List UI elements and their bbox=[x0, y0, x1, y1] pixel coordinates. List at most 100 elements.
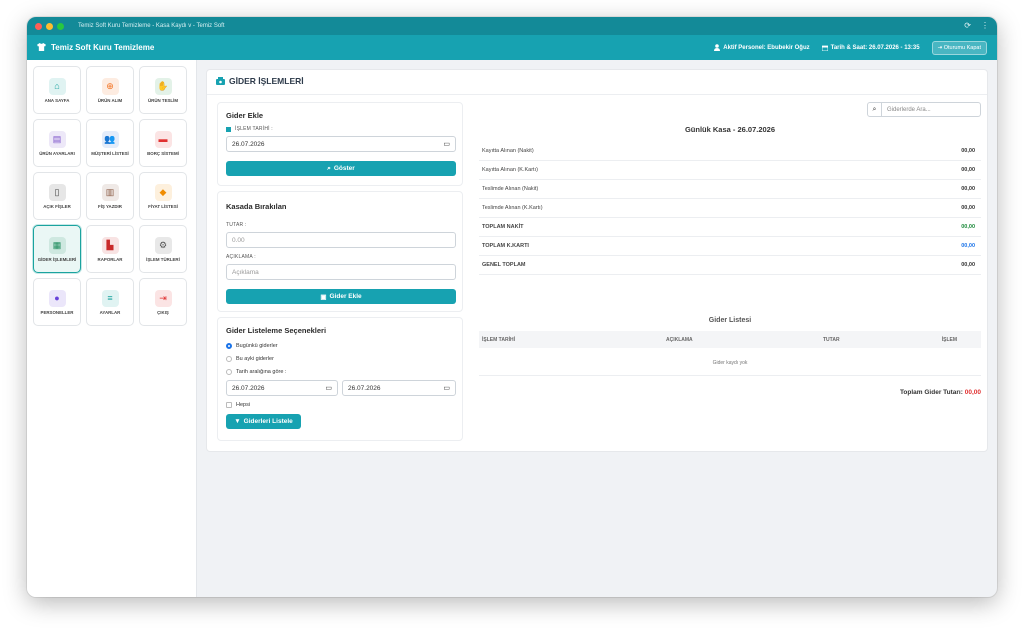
calendar-icon bbox=[821, 45, 828, 51]
more-icon[interactable]: ⋮ bbox=[981, 21, 989, 30]
sidebar-item-label: ÜRÜN ALIM bbox=[97, 97, 123, 103]
radio-month-indicator[interactable] bbox=[226, 356, 232, 362]
calendar-picker-icon[interactable]: ▭ bbox=[325, 384, 332, 392]
page-title: GİDER İŞLEMLERİ bbox=[216, 76, 304, 86]
amount-input[interactable]: 0.00 bbox=[226, 232, 456, 248]
sidebar-item[interactable]: ⇥ ÇIKIŞ bbox=[139, 278, 187, 326]
window-title: Temiz Soft Kuru Temizleme - Kasa Kaydı v… bbox=[78, 23, 225, 29]
sidebar-item[interactable]: ▤ ÜRÜN AYARLARI bbox=[33, 119, 81, 167]
sidebar-item[interactable]: ⊕ ÜRÜN ALIM bbox=[86, 66, 134, 114]
date-label: İŞLEM TARİHİ : bbox=[235, 126, 273, 132]
daily-cash-row: Kayıtta Alınan (K.Kartı) 00,00 bbox=[479, 161, 981, 180]
radio-today[interactable]: Bugünkü giderler bbox=[226, 343, 278, 349]
radio-range[interactable]: Tarih aralığına göre : bbox=[226, 369, 286, 375]
datetime-text: Tarih & Saat: 26.07.2026 - 13:35 bbox=[830, 44, 920, 51]
daily-cash-row-label: TOPLAM K.KARTI bbox=[482, 243, 529, 249]
daily-cash-row-label: Teslimde Alınan (K.Kartı) bbox=[482, 205, 543, 211]
filter-icon: ▼ bbox=[234, 418, 241, 425]
app-header: Temiz Soft Kuru Temizleme Aktif Personel… bbox=[27, 35, 997, 60]
expense-table-header: İŞLEM TARİHİ AÇIKLAMA TUTAR İŞLEM bbox=[479, 331, 981, 348]
save-icon: ▣ bbox=[320, 293, 327, 301]
column-date: İŞLEM TARİHİ bbox=[482, 336, 515, 343]
daily-cash-row-value: 00,00 bbox=[961, 205, 975, 211]
radio-month[interactable]: Bu ayki giderler bbox=[226, 356, 274, 362]
radio-today-label: Bugünkü giderler bbox=[236, 343, 278, 349]
sidebar-item[interactable]: ▯ AÇIK FİŞLER bbox=[33, 172, 81, 220]
sidebar-item[interactable]: ▙ RAPORLAR bbox=[86, 225, 134, 273]
sidebar-item-label: FİYAT LİSTESİ bbox=[148, 203, 178, 209]
plus-circle-icon: ⊕ bbox=[101, 77, 119, 95]
all-checkbox-label: Hepsi bbox=[236, 402, 251, 408]
main-panel: GİDER İŞLEMLERİ Gider Ekle İŞLEM TARİHİ … bbox=[206, 69, 988, 452]
expense-search[interactable]: ⌕ Giderlerde Ara... bbox=[867, 102, 981, 117]
all-checkbox[interactable]: Hepsi bbox=[226, 402, 250, 408]
maximize-window-button[interactable] bbox=[57, 22, 64, 30]
sidebar-item[interactable]: ● PERSONELLER bbox=[33, 278, 81, 326]
calendar-picker-icon[interactable]: ▭ bbox=[443, 140, 450, 148]
file-icon: ▯ bbox=[48, 183, 66, 201]
date-to-input[interactable]: 26.07.2026 ▭ bbox=[342, 380, 456, 396]
daily-cash-row-value: 00,00 bbox=[961, 243, 975, 249]
add-expense-title: Gider Ekle bbox=[226, 111, 264, 120]
show-button[interactable]: ⌕ Göster bbox=[226, 161, 456, 176]
active-personnel: Aktif Personel: Ebubekir Oğuz bbox=[714, 44, 810, 51]
radio-range-indicator[interactable] bbox=[226, 369, 232, 375]
date-label-row: İŞLEM TARİHİ : bbox=[226, 126, 273, 132]
all-checkbox-box[interactable] bbox=[226, 402, 232, 408]
sidebar-item-label: MÜŞTERİ LİSTESİ bbox=[91, 150, 129, 156]
date-from-input[interactable]: 26.07.2026 ▭ bbox=[226, 380, 338, 396]
daily-cash-row: GENEL TOPLAM 00,00 bbox=[479, 256, 981, 275]
refresh-icon[interactable]: ⟳ bbox=[964, 21, 971, 30]
sidebar-item[interactable]: ⌂ ANA SAYFA bbox=[33, 66, 81, 114]
sidebar-item[interactable]: ◆ FİYAT LİSTESİ bbox=[139, 172, 187, 220]
sidebar: ⌂ ANA SAYFA ⊕ ÜRÜN ALIM ✋ ÜRÜN TESLİM ▤ ÜRÜN AY… bbox=[27, 60, 197, 597]
date-from-value: 26.07.2026 bbox=[232, 385, 265, 392]
sidebar-item[interactable]: ▥ FİŞ YAZDIR bbox=[86, 172, 134, 220]
daily-cash-row-label: TOPLAM NAKİT bbox=[482, 224, 524, 230]
search-input[interactable]: Giderlerde Ara... bbox=[882, 107, 931, 113]
close-window-button[interactable] bbox=[35, 22, 42, 30]
personnel-text: Aktif Personel: Ebubekir Oğuz bbox=[723, 44, 810, 51]
sidebar-item-label: ÜRÜN AYARLARI bbox=[39, 150, 75, 156]
minimize-window-button[interactable] bbox=[46, 22, 53, 30]
sidebar-item-label: PERSONELLER bbox=[40, 309, 74, 315]
transaction-date-input[interactable]: 26.07.2026 ▭ bbox=[226, 136, 456, 152]
radio-today-indicator[interactable] bbox=[226, 343, 232, 349]
description-input[interactable]: Açıklama bbox=[226, 264, 456, 280]
sidebar-item[interactable]: ≡ AYARLAR bbox=[86, 278, 134, 326]
sidebar-item[interactable]: ▦ GİDER İŞLEMLERİ bbox=[33, 225, 81, 273]
daily-cash-panel: ⌕ Giderlerde Ara... Günlük Kasa - 26.07.… bbox=[479, 102, 981, 442]
add-expense-button[interactable]: ▣ Gider Ekle bbox=[226, 289, 456, 304]
column-amount: TUTAR bbox=[823, 336, 840, 343]
daily-cash-row: Teslimde Alınan (K.Kartı) 00,00 bbox=[479, 199, 981, 218]
exit-icon: ⇥ bbox=[154, 289, 172, 307]
brand-name: Temiz Soft Kuru Temizleme bbox=[51, 43, 155, 52]
column-description: AÇIKLAMA bbox=[666, 336, 693, 343]
column-action: İŞLEM bbox=[941, 336, 957, 343]
radio-month-label: Bu ayki giderler bbox=[236, 356, 274, 362]
logout-button[interactable]: ⇥ Oturumu Kapat bbox=[931, 40, 987, 55]
logout-icon: ⇥ bbox=[937, 44, 943, 51]
sidebar-item[interactable]: ⚙ İŞLEM TÜRLERİ bbox=[139, 225, 187, 273]
sidebar-item[interactable]: ✋ ÜRÜN TESLİM bbox=[139, 66, 187, 114]
daily-cash-row-label: GENEL TOPLAM bbox=[482, 262, 526, 268]
sidebar-item-label: GİDER İŞLEMLERİ bbox=[37, 256, 77, 262]
list-options-card: Gider Listeleme Seçenekleri Bugünkü gide… bbox=[217, 317, 463, 441]
logout-label: Oturumu Kapat bbox=[943, 44, 981, 51]
calendar-picker-icon[interactable]: ▭ bbox=[443, 384, 450, 392]
brand: Temiz Soft Kuru Temizleme bbox=[37, 42, 155, 53]
total-expense-label: Toplam Gider Tutarı: bbox=[899, 389, 963, 396]
box-icon: ▤ bbox=[48, 130, 66, 148]
sidebar-grid: ⌂ ANA SAYFA ⊕ ÜRÜN ALIM ✋ ÜRÜN TESLİM ▤ ÜRÜN AY… bbox=[33, 66, 190, 326]
daily-cash-row-value: 00,00 bbox=[961, 167, 975, 173]
empty-message: Gider kaydı yok bbox=[712, 360, 748, 366]
add-expense-card: Gider Ekle İŞLEM TARİHİ : 26.07.2026 ▭ ⌕… bbox=[217, 102, 463, 186]
sidebar-item[interactable]: ▬ BORÇ SİSTEMİ bbox=[139, 119, 187, 167]
daily-cash-row: TOPLAM NAKİT 00,00 bbox=[479, 218, 981, 237]
daily-cash-row-label: Kayıtta Alınan (K.Kartı) bbox=[482, 167, 538, 173]
total-expense: Toplam Gider Tutarı: 00,00 bbox=[900, 389, 981, 396]
sidebar-item-label: AYARLAR bbox=[99, 309, 121, 315]
calendar-icon bbox=[226, 126, 231, 132]
list-expenses-button[interactable]: ▼ Giderleri Listele bbox=[226, 414, 301, 429]
sidebar-item[interactable]: 👥 MÜŞTERİ LİSTESİ bbox=[86, 119, 134, 167]
